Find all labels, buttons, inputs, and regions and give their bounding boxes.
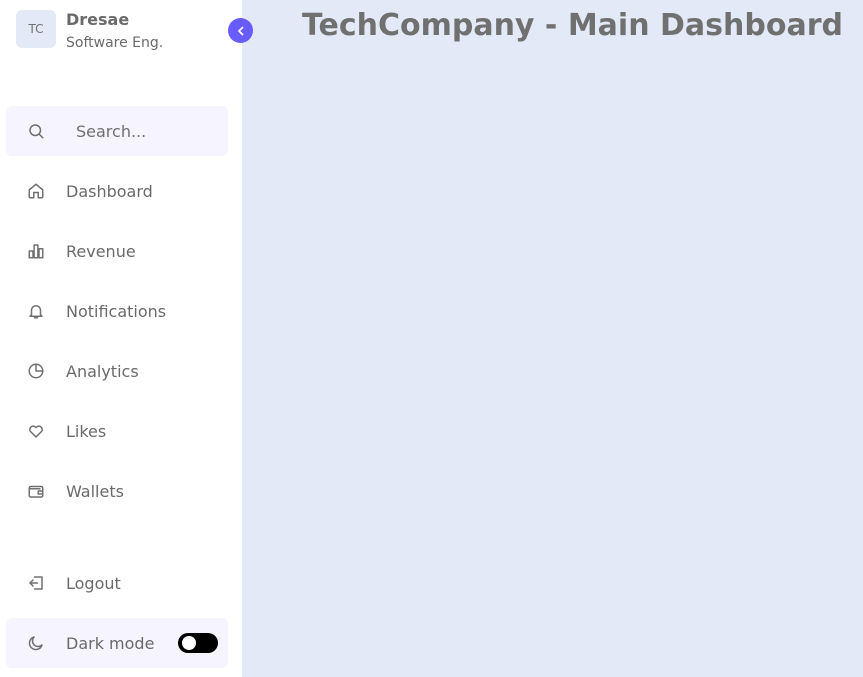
wallet-icon bbox=[26, 481, 46, 501]
bar-chart-icon bbox=[26, 241, 46, 261]
chevron-left-icon bbox=[235, 25, 247, 37]
pie-chart-icon bbox=[26, 361, 46, 381]
sidebar-item-revenue[interactable]: Revenue bbox=[6, 226, 228, 276]
dark-mode-toggle[interactable] bbox=[178, 633, 218, 653]
profile-text: Dresae Software Eng. bbox=[66, 10, 164, 51]
profile-role: Software Eng. bbox=[66, 35, 164, 51]
page-title: TechCompany - Main Dashboard bbox=[302, 8, 843, 43]
logout-icon bbox=[26, 573, 46, 593]
sidebar-item-label: Notifications bbox=[66, 301, 167, 321]
sidebar-item-wallets[interactable]: Wallets bbox=[6, 466, 228, 516]
home-icon bbox=[26, 181, 46, 201]
search-icon bbox=[26, 121, 46, 141]
sidebar-item-label: Analytics bbox=[66, 361, 139, 381]
logout-label: Logout bbox=[66, 573, 121, 593]
sidebar-item-analytics[interactable]: Analytics bbox=[6, 346, 228, 396]
sidebar-item-likes[interactable]: Likes bbox=[6, 406, 228, 456]
sidebar-item-label: Revenue bbox=[66, 241, 136, 261]
profile-header: TC Dresae Software Eng. bbox=[16, 10, 163, 50]
sidebar-item-dashboard[interactable]: Dashboard bbox=[6, 166, 228, 216]
search-input[interactable] bbox=[76, 121, 226, 141]
sidebar-item-label: Dashboard bbox=[66, 181, 153, 201]
bell-icon bbox=[26, 301, 46, 321]
profile-name: Dresae bbox=[66, 10, 130, 29]
sidebar-item-notifications[interactable]: Notifications bbox=[6, 286, 228, 336]
sidebar: TC Dresae Software Eng. Dashboard bbox=[0, 0, 242, 677]
dark-mode-row: Dark mode bbox=[6, 618, 228, 668]
avatar: TC bbox=[16, 10, 56, 48]
dark-mode-label: Dark mode bbox=[66, 633, 155, 653]
sidebar-item-label: Likes bbox=[66, 421, 107, 441]
search-box[interactable] bbox=[6, 106, 228, 156]
sidebar-item-label: Wallets bbox=[66, 481, 124, 501]
toggle-knob bbox=[182, 636, 196, 650]
sidebar-collapse-button[interactable] bbox=[228, 18, 253, 43]
moon-icon bbox=[26, 633, 46, 653]
logout-button[interactable]: Logout bbox=[6, 558, 228, 608]
heart-icon bbox=[26, 421, 46, 441]
